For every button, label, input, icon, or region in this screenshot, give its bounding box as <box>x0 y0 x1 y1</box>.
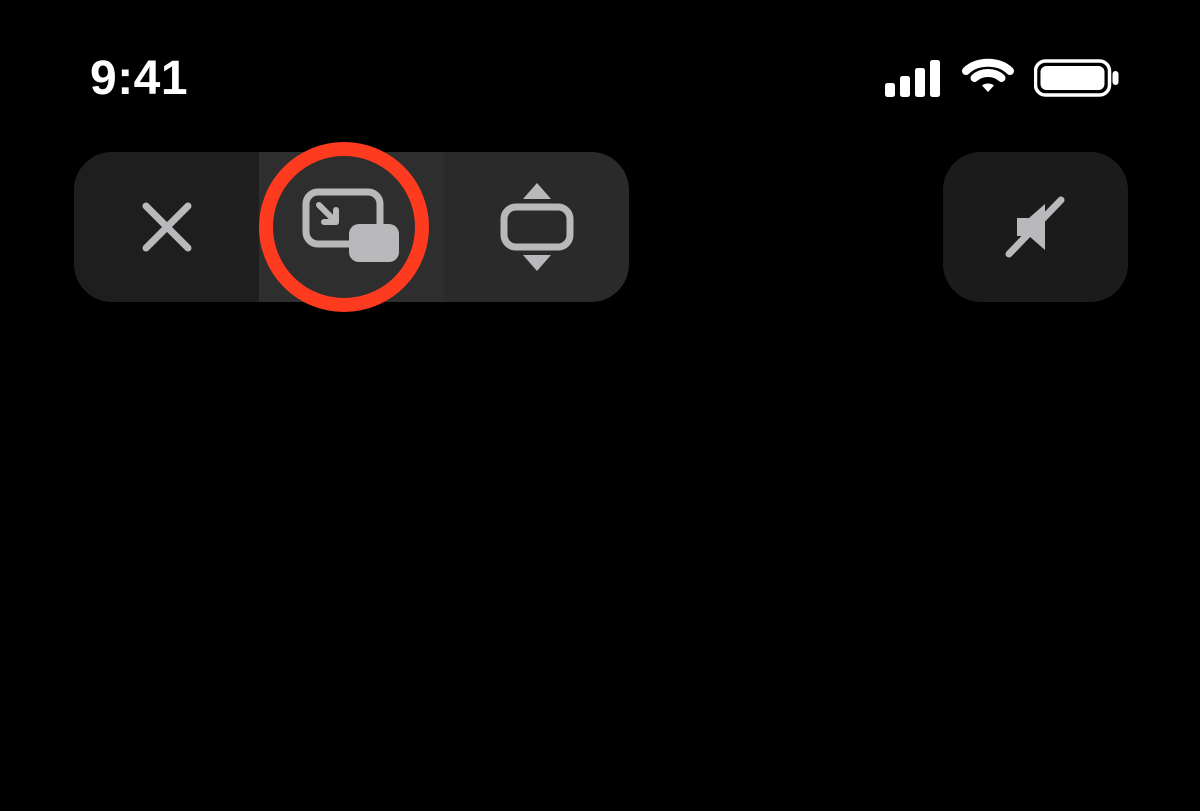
cellular-signal-icon <box>884 59 942 97</box>
mute-button[interactable] <box>943 152 1128 302</box>
pip-button[interactable] <box>259 152 444 302</box>
speaker-muted-icon <box>995 186 1077 268</box>
status-time: 9:41 <box>90 51 188 106</box>
left-control-group <box>74 152 629 302</box>
close-icon <box>138 198 196 256</box>
resize-vertical-icon <box>498 179 576 275</box>
close-button[interactable] <box>74 152 259 302</box>
video-controls-toolbar <box>74 152 1128 302</box>
resize-button[interactable] <box>444 152 629 302</box>
wifi-icon <box>960 58 1016 98</box>
status-icons <box>884 58 1120 98</box>
status-bar: 9:41 <box>0 48 1200 108</box>
battery-full-icon <box>1034 58 1120 98</box>
picture-in-picture-icon <box>302 188 402 266</box>
